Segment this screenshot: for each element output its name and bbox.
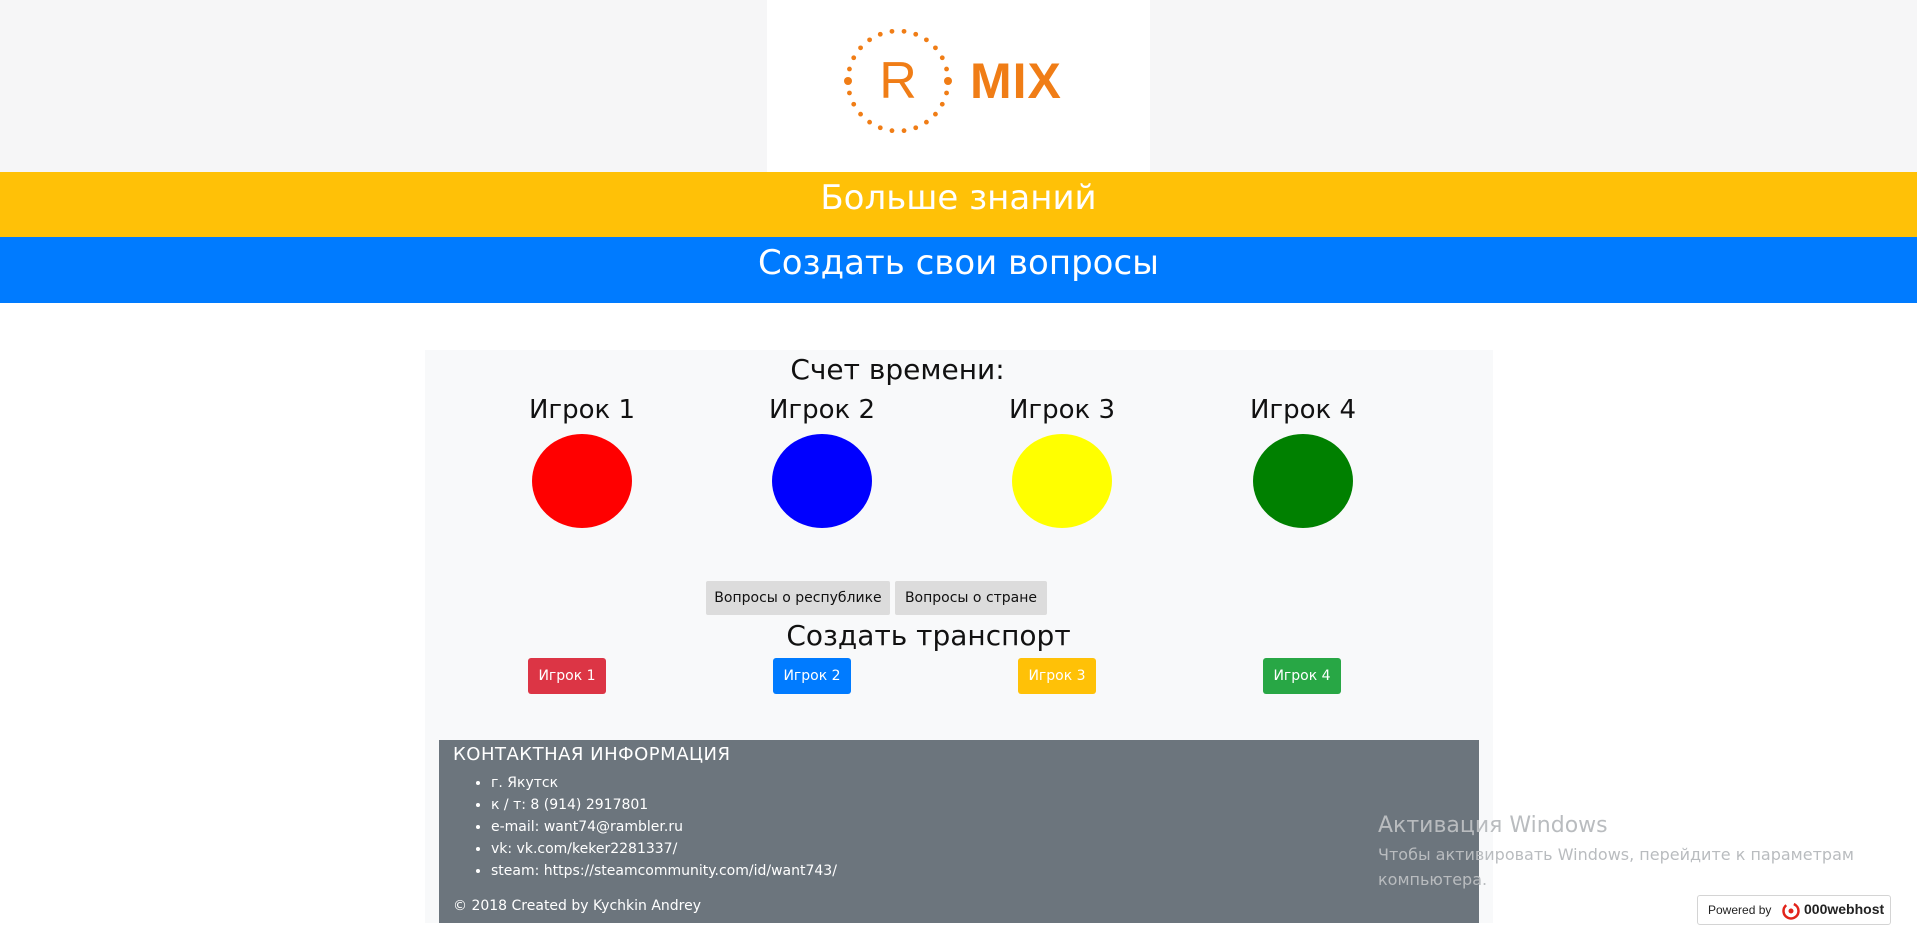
contact-steam: steam: https://steamcommunity.com/id/wan… xyxy=(491,860,837,882)
logo-ring-dot xyxy=(877,31,883,37)
player-card-2: Игрок 2 xyxy=(752,392,892,528)
transport-player-4-button[interactable]: Игрок 4 xyxy=(1263,658,1341,694)
logo-ring-dot xyxy=(901,28,907,34)
logo-ring-dot xyxy=(858,45,863,51)
footer: КОНТАКТНАЯ ИНФОРМАЦИЯ г. Якутск к / т: 8… xyxy=(439,740,1479,923)
logo-ring-dot xyxy=(913,125,919,131)
logo-ring-dot xyxy=(889,128,895,134)
country-questions-button[interactable]: Вопросы о стране xyxy=(895,581,1047,615)
logo-letter: R xyxy=(879,52,917,110)
footer-copyright: © 2018 Created by Kychkin Andrey xyxy=(453,898,702,914)
transport-player-2-button[interactable]: Игрок 2 xyxy=(773,658,851,694)
contact-phone: к / т: 8 (914) 2917801 xyxy=(491,794,837,816)
logo-ring-dot xyxy=(877,125,883,131)
logo-ring-dot xyxy=(858,111,863,117)
logo-ring-dot xyxy=(924,37,929,43)
windows-activation-watermark: Активация Windows Чтобы активировать Win… xyxy=(1378,810,1858,892)
player-3-token[interactable] xyxy=(1012,434,1112,528)
windows-activation-title: Активация Windows xyxy=(1378,813,1608,838)
player-name: Игрок 1 xyxy=(528,395,636,425)
transport-player-3-button[interactable]: Игрок 3 xyxy=(1018,658,1096,694)
logo-ring-dot xyxy=(867,37,872,43)
footer-title: КОНТАКТНАЯ ИНФОРМАЦИЯ xyxy=(453,744,731,765)
player-2-token[interactable] xyxy=(772,434,872,528)
player-card-1: Игрок 1 xyxy=(512,392,652,528)
transport-title: Создать транспорт xyxy=(786,619,1071,652)
powered-by-badge[interactable]: Powered by 000webhost xyxy=(1697,895,1891,925)
contact-vk: vk: vk.com/keker2281337/ xyxy=(491,838,837,860)
player-card-3: Игрок 3 xyxy=(992,392,1132,528)
logo-container[interactable] xyxy=(767,0,1150,172)
powered-by-text: Powered by xyxy=(1708,903,1772,917)
logo-ring-dot xyxy=(933,45,938,51)
player-name: Игрок 2 xyxy=(768,395,876,425)
webhost-logo-icon xyxy=(1782,902,1800,920)
player-1-token[interactable] xyxy=(532,434,632,528)
player-4-token[interactable] xyxy=(1253,434,1353,528)
logo-ring-dot xyxy=(933,111,938,117)
player-name: Игрок 4 xyxy=(1249,395,1357,425)
logo-ring-dot xyxy=(913,31,919,37)
score-title: Счет времени: xyxy=(790,353,1005,386)
player-name: Игрок 3 xyxy=(1008,395,1116,425)
logo-ring-dot xyxy=(889,28,895,34)
logo-ring-dot xyxy=(867,119,872,125)
contact-city: г. Якутск xyxy=(491,772,837,794)
republic-questions-button[interactable]: Вопросы о республике xyxy=(706,581,890,615)
logo-wordmark: MIX xyxy=(970,53,1062,109)
nav-create-questions-link[interactable]: Создать свои вопросы xyxy=(0,237,1917,303)
powered-by-brand: 000webhost xyxy=(1804,901,1885,917)
contact-list: г. Якутск к / т: 8 (914) 2917801 e-mail:… xyxy=(453,772,837,882)
player-card-4: Игрок 4 xyxy=(1233,392,1373,528)
logo-ring-dot xyxy=(901,128,907,134)
nav-more-knowledge-link[interactable]: Больше знаний xyxy=(0,172,1917,237)
windows-activation-text: Чтобы активировать Windows, перейдите к … xyxy=(1378,845,1854,889)
transport-player-1-button[interactable]: Игрок 1 xyxy=(528,658,606,694)
contact-email: e-mail: want74@rambler.ru xyxy=(491,816,837,838)
logo-ring-dot xyxy=(924,119,929,125)
